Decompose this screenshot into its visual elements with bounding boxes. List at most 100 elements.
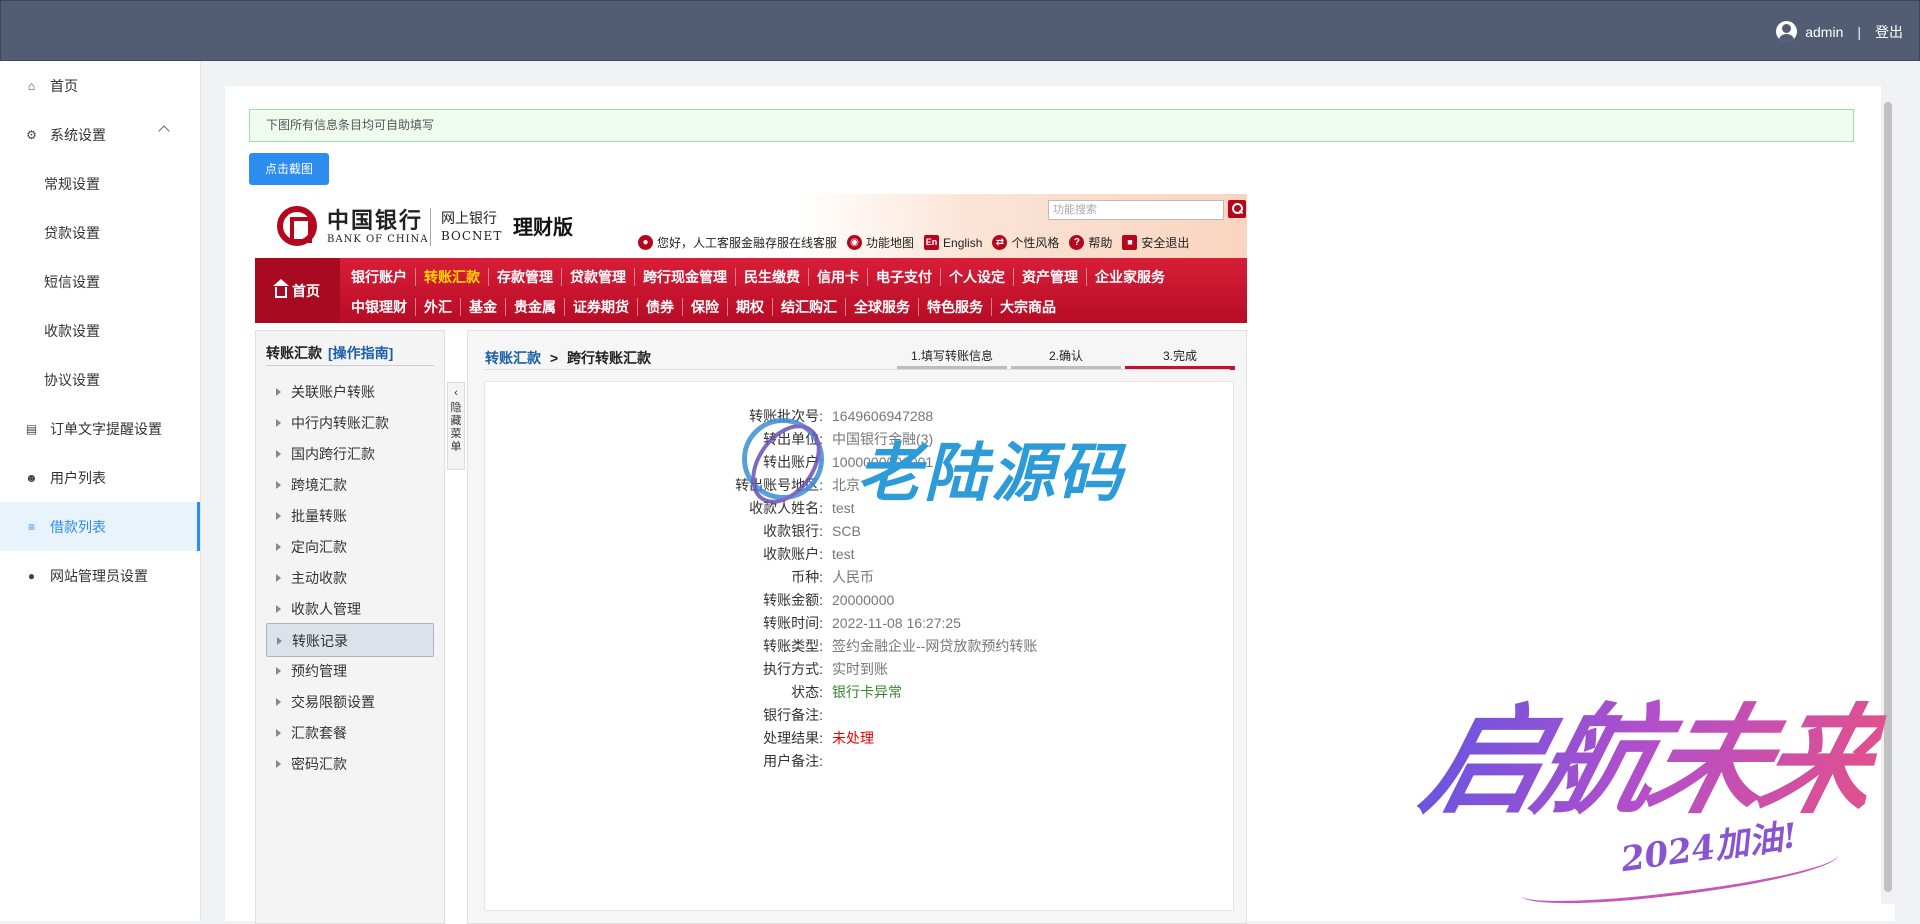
bank-name-en: BANK OF CHINA	[327, 234, 429, 245]
sidebar-item-agreement-settings[interactable]: 协议设置	[0, 355, 200, 404]
english-icon: En	[924, 235, 940, 250]
menu-item[interactable]: 贷款管理	[561, 268, 634, 286]
detail-row: 收款账户: test	[485, 543, 1235, 565]
sidebar-item-label: 首页	[50, 77, 78, 94]
sidebar-item-payment-settings[interactable]: 收款设置	[0, 306, 200, 355]
left-nav-item-selected[interactable]: 转账记录	[266, 623, 434, 657]
sidebar-item-admin-settings[interactable]: ● 网站管理员设置	[0, 551, 200, 600]
hide-menu-toggle[interactable]: ‹ 隐藏菜单	[447, 382, 465, 470]
detail-label: 转账金额:	[763, 592, 823, 608]
menu-item[interactable]: 个人设定	[940, 268, 1013, 286]
screenshot-button[interactable]: 点击截图	[249, 153, 329, 185]
english-link[interactable]: En English	[924, 235, 982, 250]
gear-icon: ⚙	[26, 127, 37, 142]
detail-value: test	[832, 546, 855, 562]
detail-row: 转账金额: 20000000	[485, 589, 1235, 611]
function-map-link[interactable]: ◉ 功能地图	[847, 234, 914, 251]
search-icon[interactable]	[1228, 200, 1246, 218]
style-link[interactable]: ⇄ 个性风格	[992, 234, 1059, 251]
left-nav-item[interactable]: 主动收款	[266, 561, 434, 595]
sidebar: ⌂ 首页 ⚙ 系统设置 常规设置 贷款设置 短信设置 收款设置 协议设置 ▤ 订…	[0, 61, 201, 921]
username[interactable]: admin	[1805, 24, 1843, 40]
user-avatar-icon[interactable]	[1776, 21, 1798, 42]
left-nav-item[interactable]: 汇款套餐	[266, 716, 434, 750]
detail-label: 用户备注:	[763, 753, 823, 769]
detail-row: 银行备注:	[485, 704, 1235, 726]
menu-item[interactable]: 结汇购汇	[772, 298, 845, 316]
menu-item[interactable]: 债券	[637, 298, 682, 316]
menu-item[interactable]: 电子支付	[867, 268, 940, 286]
detail-row: 执行方式: 实时到账	[485, 658, 1235, 680]
detail-label: 执行方式:	[763, 661, 823, 677]
document-icon: ▤	[25, 421, 38, 436]
menu-item[interactable]: 中银理财	[351, 298, 415, 316]
content-scrollbar[interactable]	[1881, 86, 1895, 904]
menu-item[interactable]: 全球服务	[845, 298, 918, 316]
bank-menu-bar: 首页 银行账户 转账汇款 存款管理 贷款管理 跨行现金管理 民生缴费 信用卡 电…	[255, 258, 1247, 323]
map-pin-icon: ◉	[847, 235, 863, 250]
left-nav-item[interactable]: 批量转账	[266, 499, 434, 533]
greeting-link[interactable]: ● 您好，人工客服金融存服在线客服	[638, 234, 837, 251]
bank-page: 中国银行 BANK OF CHINA 网上银行 BOCNET 理财版 功能搜索 …	[255, 194, 1247, 924]
menu-item-active[interactable]: 转账汇款	[415, 268, 488, 286]
menu-item[interactable]: 大宗商品	[991, 298, 1064, 316]
left-nav-item[interactable]: 收款人管理	[266, 592, 434, 626]
function-search-input[interactable]: 功能搜索	[1048, 200, 1224, 220]
left-nav-item[interactable]: 交易限额设置	[266, 685, 434, 719]
info-notice: 下图所有信息条目均可自助填写	[249, 109, 1854, 142]
sidebar-item-order-reminder[interactable]: ▤ 订单文字提醒设置	[0, 404, 200, 453]
secure-exit-link[interactable]: ■ 安全退出	[1122, 234, 1189, 251]
menu-item[interactable]: 特色服务	[918, 298, 991, 316]
sidebar-item-system-settings[interactable]: ⚙ 系统设置	[0, 110, 200, 159]
bank-home-label: 首页	[292, 282, 320, 299]
left-nav-item[interactable]: 定向汇款	[266, 530, 434, 564]
detail-label: 银行备注:	[763, 707, 823, 723]
menu-item[interactable]: 信用卡	[808, 268, 867, 286]
left-nav-item[interactable]: 关联账户转账	[266, 375, 434, 409]
menu-item[interactable]: 资产管理	[1013, 268, 1086, 286]
operation-guide-link[interactable]: [操作指南]	[328, 345, 393, 361]
sidebar-item-label: 常规设置	[44, 175, 100, 192]
online-banking-label: 网上银行	[441, 210, 497, 226]
bank-home-button[interactable]: 首页	[255, 258, 340, 323]
menu-item[interactable]: 民生缴费	[735, 268, 808, 286]
detail-value: 人民币	[832, 569, 874, 585]
help-link[interactable]: ? 帮助	[1069, 234, 1112, 251]
person-icon: ●	[638, 235, 653, 250]
progress-steps: 1.填写转账信息 2.确认 3.完成	[897, 347, 1235, 370]
menu-item[interactable]: 存款管理	[488, 268, 561, 286]
sidebar-item-user-list[interactable]: ☻ 用户列表	[0, 453, 200, 502]
menu-item[interactable]: 期权	[727, 298, 772, 316]
menu-item[interactable]: 证券期货	[564, 298, 637, 316]
detail-row: 币种: 人民币	[485, 566, 1235, 588]
sidebar-item-loan-settings[interactable]: 贷款设置	[0, 208, 200, 257]
breadcrumb-link[interactable]: 转账汇款	[485, 350, 541, 366]
sidebar-item-home[interactable]: ⌂ 首页	[0, 61, 200, 110]
left-nav-title: 转账汇款 [操作指南]	[266, 343, 393, 363]
top-bar: admin | 登出	[0, 0, 1920, 61]
sidebar-item-loan-list[interactable]: ≡ 借款列表	[0, 502, 200, 551]
detail-row: 转账类型: 签约金融企业--网贷放款预约转账	[485, 635, 1235, 657]
left-nav-item[interactable]: 密码汇款	[266, 747, 434, 781]
english-text: English	[943, 235, 983, 250]
menu-item[interactable]: 跨行现金管理	[634, 268, 735, 286]
divider	[266, 365, 434, 366]
menu-item[interactable]: 基金	[460, 298, 505, 316]
user-icon: ●	[27, 568, 36, 583]
left-nav-item[interactable]: 国内跨行汇款	[266, 437, 434, 471]
logout-link[interactable]: 登出	[1875, 22, 1903, 42]
scrollbar-thumb[interactable]	[1884, 102, 1892, 892]
left-nav-item[interactable]: 预约管理	[266, 654, 434, 688]
detail-label: 收款账户:	[763, 546, 823, 562]
menu-item[interactable]: 银行账户	[351, 268, 415, 286]
menu-item[interactable]: 保险	[682, 298, 727, 316]
menu-item[interactable]: 企业家服务	[1086, 268, 1173, 286]
detail-label: 状态:	[791, 684, 823, 700]
left-nav-item[interactable]: 跨境汇款	[266, 468, 434, 502]
sidebar-item-label: 系统设置	[50, 126, 106, 143]
menu-item[interactable]: 贵金属	[505, 298, 564, 316]
sidebar-item-general-settings[interactable]: 常规设置	[0, 159, 200, 208]
left-nav-item[interactable]: 中行内转账汇款	[266, 406, 434, 440]
menu-item[interactable]: 外汇	[415, 298, 460, 316]
sidebar-item-sms-settings[interactable]: 短信设置	[0, 257, 200, 306]
